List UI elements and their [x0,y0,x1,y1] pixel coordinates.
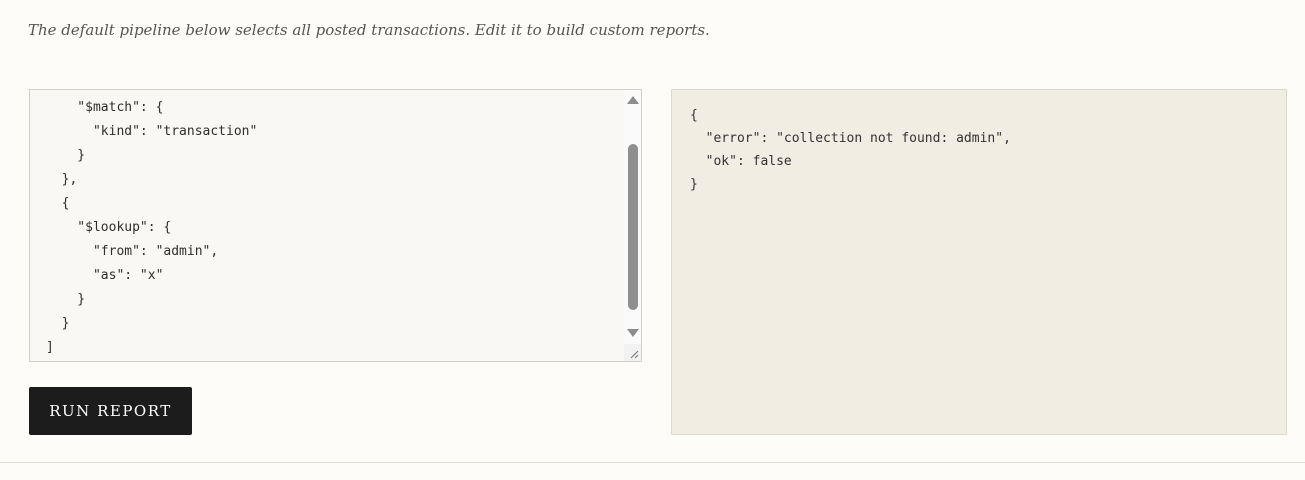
run-report-button[interactable]: RUN REPORT [29,387,192,435]
scroll-down-icon[interactable] [627,329,639,337]
report-output-panel: { "error": "collection not found: admin"… [671,89,1287,435]
scroll-up-icon[interactable] [627,96,639,104]
footer-divider [0,462,1305,463]
scroll-thumb[interactable] [628,144,638,310]
resize-handle-icon[interactable] [624,344,641,361]
pipeline-code[interactable]: [ "$match": { "kind": "transaction" } },… [46,90,257,360]
intro-text: The default pipeline below selects all p… [28,21,710,39]
editor-scrollbar[interactable] [624,90,641,344]
pipeline-editor[interactable]: [ "$match": { "kind": "transaction" } },… [29,89,642,362]
report-output: { "error": "collection not found: admin"… [690,108,1011,192]
